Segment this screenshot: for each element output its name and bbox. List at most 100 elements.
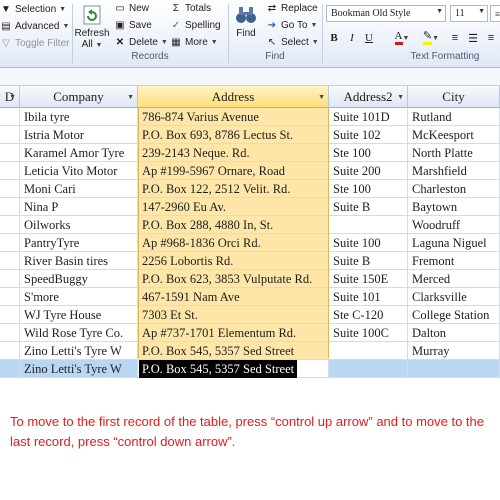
cell-city[interactable]: Charleston <box>408 180 500 198</box>
cell-address2[interactable] <box>329 216 408 234</box>
cell-company[interactable]: Istria Motor <box>20 126 138 144</box>
table-row[interactable]: Istria Motor P.O. Box 693, 8786 Lectus St… <box>0 126 500 144</box>
toggle-filter-button[interactable]: ▽ Toggle Filter <box>0 37 69 49</box>
record-selector[interactable] <box>0 360 20 378</box>
align-right-button[interactable]: ≡ <box>483 30 499 46</box>
table-row[interactable]: Leticia Vito Motor Ap #199-5967 Ornare, R… <box>0 162 500 180</box>
cell-company[interactable]: Oilworks <box>20 216 138 234</box>
cell-company[interactable]: Wild Rose Tyre Co. <box>20 324 138 342</box>
cell-address[interactable]: 786-874 Varius Avenue <box>138 108 329 126</box>
table-row[interactable]: Oilworks P.O. Box 288, 4880 In, St. Woodru… <box>0 216 500 234</box>
cell-company[interactable]: Moni Cari <box>20 180 138 198</box>
cell-address[interactable]: Ap #737-1701 Elementum Rd. <box>138 324 329 342</box>
record-selector[interactable] <box>0 162 20 180</box>
cell-company[interactable]: Zino Letti's Tyre W <box>20 360 138 378</box>
cell-address[interactable]: P.O. Box 122, 2512 Velit. Rd. <box>138 180 329 198</box>
spelling-button[interactable]: ✓ Spelling <box>170 19 221 31</box>
cell-city[interactable]: Baytown <box>408 198 500 216</box>
record-selector[interactable] <box>0 288 20 306</box>
cell-city[interactable]: Fremont <box>408 252 500 270</box>
column-header-id[interactable]: D ▼ <box>0 86 20 108</box>
table-row[interactable]: Nina P 147-2960 Eu Av. Suite B Baytown <box>0 198 500 216</box>
replace-button[interactable]: ⇄ Replace <box>266 2 318 14</box>
italic-button[interactable]: I <box>345 30 359 46</box>
table-row[interactable]: Ibila tyre 786-874 Varius Avenue Suite 101… <box>0 108 500 126</box>
cell-address2[interactable]: Suite 100 <box>329 234 408 252</box>
cell-address2[interactable]: Suite 101D <box>329 108 408 126</box>
cell-address2[interactable]: Suite B <box>329 198 408 216</box>
font-color-button[interactable]: A ▼ <box>389 30 415 46</box>
cell-address[interactable]: P.O. Box 288, 4880 In, St. <box>138 216 329 234</box>
cell-address2[interactable]: Suite 150E <box>329 270 408 288</box>
cell-address2[interactable]: Ste C-120 <box>329 306 408 324</box>
table-row[interactable]: Zino Letti's Tyre W P.O. Box 545, 5357 Se… <box>0 342 500 360</box>
cell-city[interactable] <box>408 360 500 378</box>
list-format-button[interactable]: ≡ <box>490 5 500 22</box>
new-record-button[interactable]: ▭ New <box>114 2 149 14</box>
table-row[interactable]: SpeedBuggy P.O. Box 623, 3853 Vulputate R… <box>0 270 500 288</box>
cell-address[interactable]: 467-1591 Nam Ave <box>138 288 329 306</box>
column-header-city[interactable]: City <box>408 86 500 108</box>
record-selector[interactable] <box>0 216 20 234</box>
cell-address2[interactable]: Suite 101 <box>329 288 408 306</box>
align-left-button[interactable]: ≡ <box>447 30 463 46</box>
cell-city[interactable]: Laguna Niguel <box>408 234 500 252</box>
cell-address-editing[interactable]: P.O. Box 545, 5357 Sed Street <box>138 360 329 378</box>
cell-company[interactable]: Ibila tyre <box>20 108 138 126</box>
record-selector[interactable] <box>0 126 20 144</box>
record-selector[interactable] <box>0 198 20 216</box>
table-row[interactable]: Wild Rose Tyre Co. Ap #737-1701 Elementum… <box>0 324 500 342</box>
cell-city[interactable]: Dalton <box>408 324 500 342</box>
cell-company[interactable]: Nina P <box>20 198 138 216</box>
cell-company[interactable]: PantryTyre <box>20 234 138 252</box>
record-selector[interactable] <box>0 270 20 288</box>
underline-button[interactable]: U <box>362 30 376 46</box>
cell-address2[interactable]: Ste 100 <box>329 180 408 198</box>
record-selector[interactable] <box>0 306 20 324</box>
font-name-select[interactable]: Bookman Old Style ▼ <box>326 5 446 22</box>
cell-city[interactable]: College Station <box>408 306 500 324</box>
cell-company[interactable]: River Basin tires <box>20 252 138 270</box>
cell-city[interactable]: Merced <box>408 270 500 288</box>
cell-address[interactable]: 147-2960 Eu Av. <box>138 198 329 216</box>
save-record-button[interactable]: ▣ Save <box>114 19 152 31</box>
cell-city[interactable]: Marshfield <box>408 162 500 180</box>
record-selector[interactable] <box>0 234 20 252</box>
cell-address2[interactable]: Suite B <box>329 252 408 270</box>
table-row[interactable]: Karamel Amor Tyre 239-2143 Neque. Rd. Ste … <box>0 144 500 162</box>
go-to-button[interactable]: ➔ Go To ▼ <box>266 19 318 31</box>
cell-city[interactable]: Rutland <box>408 108 500 126</box>
cell-address[interactable]: 239-2143 Neque. Rd. <box>138 144 329 162</box>
cell-company[interactable]: Karamel Amor Tyre <box>20 144 138 162</box>
cell-address2[interactable]: Suite 200 <box>329 162 408 180</box>
select-button[interactable]: ↖ Select ▼ <box>266 36 319 48</box>
align-center-button[interactable]: ☰ <box>465 30 481 46</box>
cell-address[interactable]: Ap #968-1836 Orci Rd. <box>138 234 329 252</box>
font-size-select[interactable]: 11 ▼ <box>450 5 488 22</box>
column-header-address[interactable]: Address ▼ <box>138 86 329 108</box>
cell-address[interactable]: P.O. Box 693, 8786 Lectus St. <box>138 126 329 144</box>
column-header-company[interactable]: Company ▼ <box>20 86 138 108</box>
new-record-row[interactable]: Zino Letti's Tyre W P.O. Box 545, 5357 S… <box>0 360 500 378</box>
cell-address2[interactable] <box>329 342 408 360</box>
selection-button[interactable]: ▼ Selection ▼ <box>0 3 66 15</box>
cell-address2[interactable]: Suite 102 <box>329 126 408 144</box>
table-row[interactable]: S'more 467-1591 Nam Ave Suite 101 Clarksvil… <box>0 288 500 306</box>
cell-address2[interactable]: Suite 100C <box>329 324 408 342</box>
cell-city[interactable]: McKeesport <box>408 126 500 144</box>
find-button[interactable]: Find <box>232 2 260 39</box>
more-button[interactable]: ▦ More ▼ <box>170 36 217 48</box>
cell-address2[interactable] <box>329 360 408 378</box>
cell-city[interactable]: Woodruff <box>408 216 500 234</box>
cell-city[interactable]: Murray <box>408 342 500 360</box>
record-selector[interactable] <box>0 180 20 198</box>
totals-button[interactable]: Σ Totals <box>170 2 211 14</box>
cell-company[interactable]: SpeedBuggy <box>20 270 138 288</box>
table-row[interactable]: Moni Cari P.O. Box 122, 2512 Velit. Rd. St… <box>0 180 500 198</box>
address-edit-input[interactable]: P.O. Box 545, 5357 Sed Street <box>139 360 298 378</box>
record-selector[interactable] <box>0 252 20 270</box>
advanced-button[interactable]: ▤ Advanced ▼ <box>0 20 69 32</box>
table-row[interactable]: PantryTyre Ap #968-1836 Orci Rd. Suite 100… <box>0 234 500 252</box>
cell-address[interactable]: P.O. Box 545, 5357 Sed Street <box>138 342 329 360</box>
cell-address[interactable]: P.O. Box 623, 3853 Vulputate Rd. <box>138 270 329 288</box>
